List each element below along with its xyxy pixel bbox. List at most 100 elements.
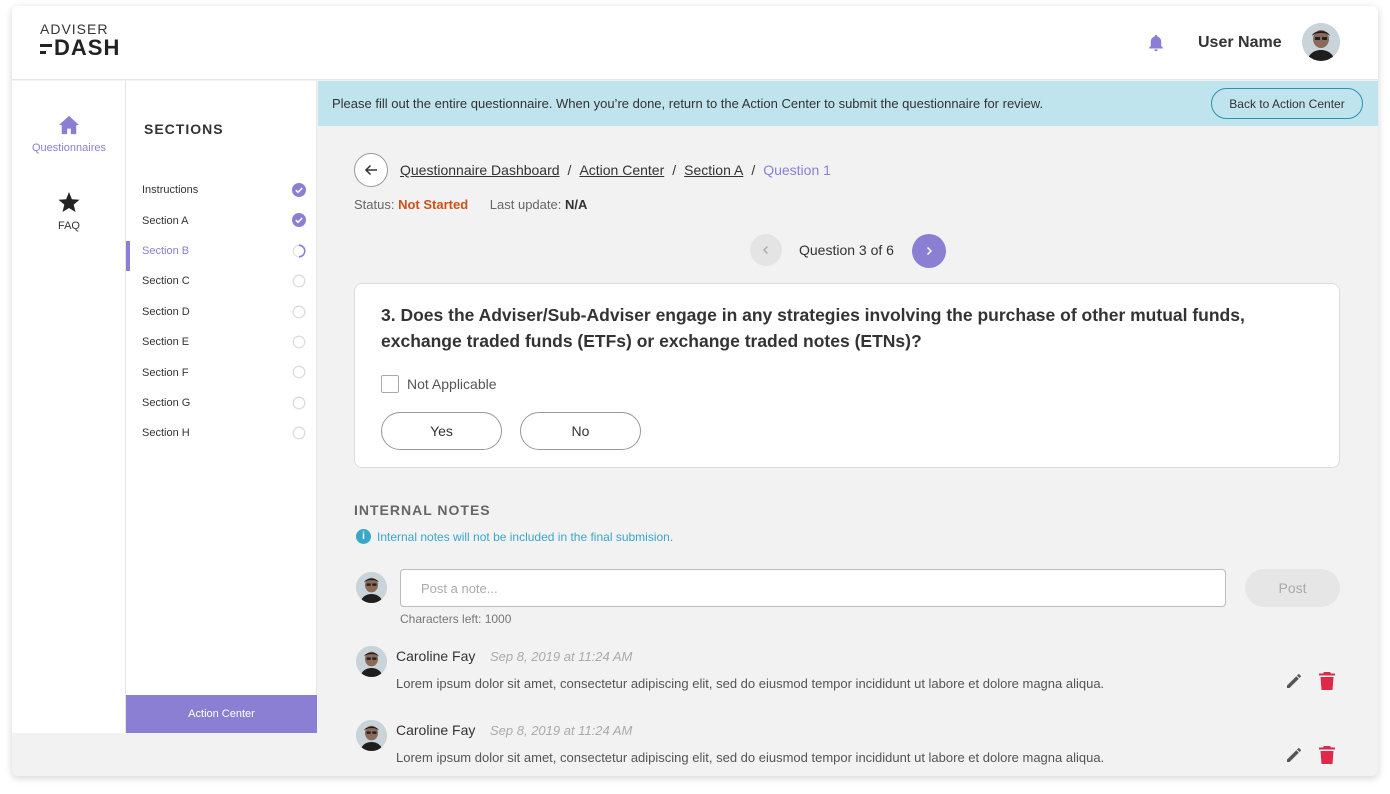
yes-button[interactable]: Yes — [381, 412, 502, 450]
left-nav: Questionnaires FAQ — [12, 81, 126, 733]
action-center-button[interactable]: Action Center — [126, 695, 317, 733]
current-user-avatar — [356, 572, 387, 603]
characters-left: Characters left: 1000 — [400, 612, 512, 626]
section-item-b[interactable]: Section B — [126, 236, 317, 272]
brand-mark-icon — [40, 41, 52, 55]
back-to-action-center-button[interactable]: Back to Action Center — [1211, 88, 1363, 119]
section-item-e[interactable]: Section E — [126, 327, 317, 357]
last-update-value: N/A — [564, 197, 588, 212]
not-applicable-option[interactable]: Not Applicable — [381, 375, 497, 393]
next-question-button[interactable] — [912, 234, 946, 268]
trash-icon[interactable] — [1318, 671, 1336, 691]
breadcrumb-questionnaire-dashboard[interactable]: Questionnaire Dashboard — [400, 162, 560, 178]
internal-notes-info: i Internal notes will not be included in… — [356, 529, 673, 544]
note-timestamp: Sep 8, 2019 at 11:24 AM — [490, 723, 633, 738]
empty-circle-icon — [292, 274, 306, 288]
bell-icon[interactable] — [1145, 32, 1167, 54]
question-counter: Question 3 of 6 — [799, 242, 894, 258]
sections-title: SECTIONS — [144, 121, 224, 137]
internal-notes-info-text: Internal notes will not be included in t… — [377, 529, 674, 544]
nav-label-faq: FAQ — [57, 220, 80, 232]
note-input[interactable] — [400, 569, 1226, 607]
section-item-f[interactable]: Section F — [126, 357, 317, 387]
section-item-c[interactable]: Section C — [126, 266, 317, 296]
section-item-a[interactable]: Section A — [126, 205, 317, 235]
no-button[interactable]: No — [520, 412, 641, 450]
section-label: Instructions — [142, 184, 199, 197]
nav-item-questionnaires[interactable]: Questionnaires — [12, 115, 126, 154]
chevron-left-icon — [763, 246, 768, 254]
previous-question-button[interactable] — [750, 234, 782, 266]
note-body: Lorem ipsum dolor sit amet, consectetur … — [396, 676, 1105, 691]
section-item-g[interactable]: Section G — [126, 388, 317, 418]
section-label: Section D — [142, 305, 190, 318]
breadcrumb-separator: / — [567, 162, 572, 178]
empty-circle-icon — [292, 365, 306, 379]
question-text: 3. Does the Adviser/Sub-Adviser engage i… — [381, 305, 1245, 351]
trash-icon[interactable] — [1318, 745, 1336, 765]
breadcrumb-action-center[interactable]: Action Center — [579, 162, 664, 178]
note-author: Caroline Fay — [396, 648, 476, 664]
section-label: Section H — [142, 427, 190, 440]
not-applicable-label: Not Applicable — [407, 376, 497, 392]
progress-circle-icon — [292, 244, 306, 258]
back-button[interactable] — [354, 153, 388, 187]
empty-circle-icon — [292, 426, 306, 440]
note-body: Lorem ipsum dolor sit amet, consectetur … — [396, 750, 1105, 765]
not-applicable-checkbox[interactable] — [381, 375, 399, 393]
arrow-left-icon — [364, 164, 377, 176]
note-author-avatar — [356, 646, 387, 677]
note-timestamp: Sep 8, 2019 at 11:24 AM — [490, 649, 633, 664]
internal-notes-title: INTERNAL NOTES — [354, 502, 491, 518]
breadcrumb-separator: / — [751, 162, 756, 178]
sections-panel: SECTIONS Instructions Section A Section … — [126, 81, 317, 733]
top-bar: ADVISER DASH User Name — [12, 6, 1378, 80]
note-author-avatar — [356, 720, 387, 751]
nav-label-questionnaires: Questionnaires — [32, 142, 106, 154]
breadcrumb-section-a[interactable]: Section A — [684, 162, 743, 178]
sections-list: Instructions Section A Section B Section… — [126, 175, 317, 449]
post-button[interactable]: Post — [1245, 569, 1340, 607]
app-window: ADVISER DASH User Name Questionnaires FA… — [12, 6, 1378, 776]
status-badge: Not Started — [398, 197, 469, 212]
breadcrumb-current: Question 1 — [763, 162, 831, 178]
check-circle-icon — [292, 183, 306, 197]
info-banner: Please fill out the entire questionnaire… — [318, 81, 1378, 126]
pencil-icon[interactable] — [1284, 745, 1304, 765]
banner-text: Please fill out the entire questionnaire… — [332, 96, 1044, 111]
note-item: Caroline Fay Sep 8, 2019 at 11:24 AM Lor… — [354, 640, 1344, 700]
note-item: Caroline Fay Sep 8, 2019 at 11:24 AM Lor… — [354, 714, 1344, 774]
empty-circle-icon — [292, 335, 306, 349]
section-item-instructions[interactable]: Instructions — [126, 175, 317, 205]
note-author: Caroline Fay — [396, 722, 476, 738]
last-update-label: Last update: — [489, 197, 562, 212]
section-label: Section F — [142, 366, 189, 379]
breadcrumb-separator: / — [672, 162, 677, 178]
question-card: 3. Does the Adviser/Sub-Adviser engage i… — [354, 283, 1340, 468]
brand-line2: DASH — [54, 35, 121, 60]
section-label: Section G — [142, 396, 191, 409]
star-icon — [58, 191, 80, 213]
section-label: Section E — [142, 336, 190, 349]
status-line: Status: Not Started Last update: N/A — [354, 197, 587, 212]
section-label: Section A — [142, 214, 189, 227]
user-name[interactable]: User Name — [1198, 34, 1282, 52]
section-label: Section B — [142, 244, 190, 257]
empty-circle-icon — [292, 396, 306, 410]
brand-line1: ADVISER — [40, 21, 109, 37]
home-icon — [59, 115, 79, 135]
chevron-right-icon — [926, 246, 933, 256]
brand-logo[interactable]: ADVISER DASH — [40, 22, 120, 59]
info-icon: i — [356, 529, 371, 544]
section-item-h[interactable]: Section H — [126, 418, 317, 448]
status-label: Status: — [354, 197, 395, 212]
user-avatar[interactable] — [1302, 23, 1340, 61]
breadcrumb: Questionnaire Dashboard / Action Center … — [400, 162, 831, 178]
empty-circle-icon — [292, 305, 306, 319]
section-item-d[interactable]: Section D — [126, 297, 317, 327]
main-content: Questionnaire Dashboard / Action Center … — [318, 126, 1378, 776]
check-circle-icon — [292, 213, 306, 228]
section-label: Section C — [142, 275, 190, 288]
pencil-icon[interactable] — [1284, 671, 1304, 691]
nav-item-faq[interactable]: FAQ — [12, 191, 126, 232]
